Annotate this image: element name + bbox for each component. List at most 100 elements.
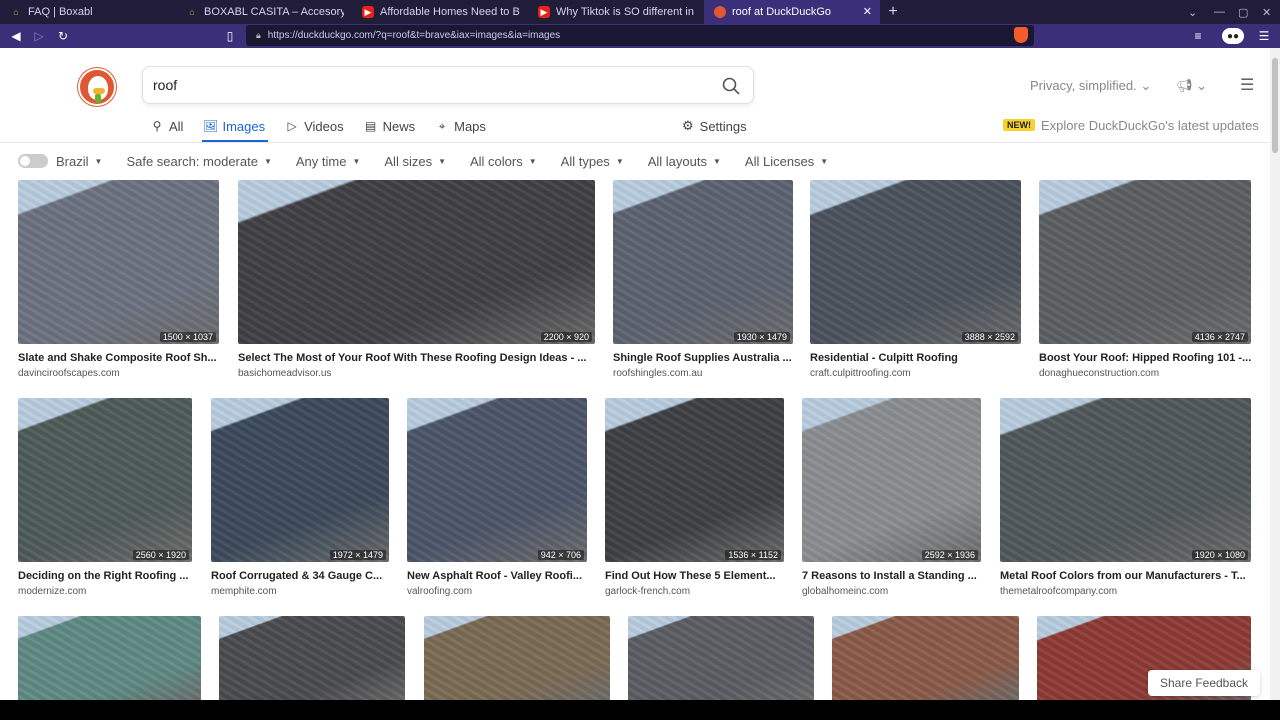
result-domain[interactable]: valroofing.com: [407, 586, 472, 597]
browser-tab[interactable]: ⌂ FAQ | Boxabl: [0, 0, 176, 24]
result-title[interactable]: 7 Reasons to Install a Standing ...: [802, 570, 977, 582]
brave-shield-icon[interactable]: [1014, 27, 1028, 43]
result-thumbnail[interactable]: 4136 × 2747: [1039, 180, 1251, 344]
result-domain[interactable]: donaghueconstruction.com: [1039, 368, 1159, 379]
result-thumbnail[interactable]: [18, 616, 201, 706]
tab-label: Images: [222, 118, 266, 134]
caret-down-icon: ▼: [528, 156, 537, 166]
result-domain[interactable]: roofshingles.com.au: [613, 368, 703, 379]
settings-button[interactable]: ⚙ Settings: [682, 116, 747, 136]
result-title[interactable]: Deciding on the Right Roofing ...: [18, 570, 188, 582]
result-thumbnail[interactable]: [628, 616, 814, 706]
result-domain[interactable]: davinciroofscapes.com: [18, 368, 120, 379]
minimize-icon[interactable]: —: [1214, 0, 1225, 24]
close-tab-icon[interactable]: ✕: [863, 5, 872, 18]
caret-down-icon: ▼: [615, 156, 624, 166]
result-title[interactable]: Find Out How These 5 Element...: [605, 570, 776, 582]
result-domain[interactable]: memphite.com: [211, 586, 277, 597]
result-thumbnail[interactable]: 2592 × 1936: [802, 398, 981, 562]
browser-tab-active[interactable]: roof at DuckDuckGo ✕: [704, 0, 880, 24]
tab-videos[interactable]: ▷ Videos: [285, 116, 344, 136]
browser-tab[interactable]: ⌂ BOXABL CASITA – Accesory D: [176, 0, 352, 24]
maximize-icon[interactable]: ▢: [1238, 0, 1248, 24]
page-content: roof Privacy, simplified. ⌄ 📢︎ ⌄ ☰ ⚲ All …: [0, 48, 1280, 720]
caret-down-icon: ▼: [820, 156, 829, 166]
close-window-icon[interactable]: ✕: [1262, 0, 1271, 24]
result-title[interactable]: Slate and Shake Composite Roof Sh...: [18, 352, 217, 364]
roof-texture: [810, 180, 1021, 344]
privacy-label: Privacy, simplified.: [1030, 78, 1137, 93]
filter-region[interactable]: Brazil ▼: [56, 154, 102, 169]
browser-tab[interactable]: ▶ Why Tiktok is SO different in C: [528, 0, 704, 24]
caret-down-icon: ▼: [712, 156, 721, 166]
result-title[interactable]: Metal Roof Colors from our Manufacturers…: [1000, 570, 1246, 582]
result-title[interactable]: New Asphalt Roof - Valley Roofi...: [407, 570, 582, 582]
boxabl-icon: ⌂: [189, 7, 195, 17]
filter-time[interactable]: Any time ▼: [296, 154, 361, 169]
tab-label: Maps: [454, 118, 486, 134]
result-domain[interactable]: modernize.com: [18, 586, 86, 597]
filter-color[interactable]: All colors ▼: [470, 154, 537, 169]
result-domain[interactable]: themetalroofcompany.com: [1000, 586, 1117, 597]
profile-avatar-icon[interactable]: ●●: [1222, 28, 1244, 44]
search-icon[interactable]: [721, 76, 741, 96]
filter-type[interactable]: All types ▼: [561, 154, 624, 169]
tab-label: News: [382, 118, 416, 134]
tab-maps[interactable]: ⌖ Maps: [435, 116, 486, 136]
filter-safe-search[interactable]: Safe search: moderate ▼: [126, 154, 271, 169]
explore-updates-link[interactable]: Explore DuckDuckGo's latest updates: [1041, 118, 1259, 133]
megaphone-dropdown[interactable]: 📢︎ ⌄: [1176, 78, 1207, 94]
forward-icon[interactable]: ▷: [31, 28, 47, 44]
result-thumbnail[interactable]: 1500 × 1037: [18, 180, 219, 344]
tab-images[interactable]: 🖼︎ Images: [203, 116, 265, 136]
duck-tie: [95, 94, 101, 103]
hamburger-menu-icon[interactable]: ☰: [1240, 75, 1254, 95]
duckduckgo-logo[interactable]: [78, 68, 116, 106]
result-title[interactable]: Boost Your Roof: Hipped Roofing 101 -...: [1039, 352, 1251, 364]
tab-label: Videos: [304, 118, 344, 134]
result-title[interactable]: Shingle Roof Supplies Australia ...: [613, 352, 792, 364]
result-thumbnail[interactable]: 3888 × 2592: [810, 180, 1021, 344]
browser-toolbar: ◀ ▷ ↻ ▯ 🔒︎ https://duckduckgo.com/?q=roo…: [0, 24, 1280, 48]
result-domain[interactable]: globalhomeinc.com: [802, 586, 888, 597]
result-title[interactable]: Residential - Culpitt Roofing: [810, 352, 958, 364]
share-feedback-button[interactable]: Share Feedback: [1148, 670, 1260, 696]
browser-tab[interactable]: ▶ Affordable Homes Need to Be: [352, 0, 528, 24]
region-toggle[interactable]: [18, 154, 48, 168]
tab-all[interactable]: ⚲ All: [150, 116, 184, 136]
filter-layout[interactable]: All layouts ▼: [648, 154, 721, 169]
filter-license[interactable]: All Licenses ▼: [745, 154, 828, 169]
tab-news[interactable]: ▤ News: [364, 116, 416, 136]
result-thumbnail[interactable]: 1930 × 1479: [613, 180, 793, 344]
back-icon[interactable]: ◀: [8, 28, 24, 44]
search-input[interactable]: roof: [142, 66, 754, 104]
result-thumbnail[interactable]: [832, 616, 1019, 706]
tab-list-chevron-icon[interactable]: ⌄: [1188, 0, 1197, 24]
new-tab-button[interactable]: +: [880, 0, 906, 24]
result-thumbnail[interactable]: [424, 616, 610, 706]
address-bar[interactable]: 🔒︎ https://duckduckgo.com/?q=roof&t=brav…: [246, 25, 1034, 46]
roof-texture: [613, 180, 793, 344]
tab-label: Affordable Homes Need to Be: [380, 6, 520, 18]
result-domain[interactable]: garlock-french.com: [605, 586, 690, 597]
result-thumbnail[interactable]: 1972 × 1479: [211, 398, 389, 562]
menu-icon[interactable]: ☰: [1256, 28, 1272, 44]
roof-texture: [219, 616, 405, 706]
privacy-dropdown[interactable]: Privacy, simplified. ⌄: [1030, 78, 1151, 94]
bookmark-icon[interactable]: ▯: [222, 28, 238, 44]
result-thumbnail[interactable]: 2560 × 1920: [18, 398, 192, 562]
chevron-down-icon: ⌄: [1196, 78, 1208, 93]
reload-icon[interactable]: ↻: [55, 28, 71, 44]
result-domain[interactable]: craft.culpittroofing.com: [810, 368, 911, 379]
result-thumbnail[interactable]: 942 × 706: [407, 398, 587, 562]
result-title[interactable]: Select The Most of Your Roof With These …: [238, 352, 586, 364]
result-thumbnail[interactable]: 1920 × 1080: [1000, 398, 1251, 562]
playlist-icon[interactable]: ≡: [1190, 28, 1206, 44]
result-thumbnail[interactable]: 1536 × 1152: [605, 398, 784, 562]
filter-size[interactable]: All sizes ▼: [384, 154, 446, 169]
result-title[interactable]: Roof Corrugated & 34 Gauge C...: [211, 570, 382, 582]
result-domain[interactable]: basichomeadvisor.us: [238, 368, 331, 379]
scrollbar-thumb[interactable]: [1272, 58, 1278, 153]
result-thumbnail[interactable]: [219, 616, 405, 706]
result-thumbnail[interactable]: 2200 × 920: [238, 180, 595, 344]
